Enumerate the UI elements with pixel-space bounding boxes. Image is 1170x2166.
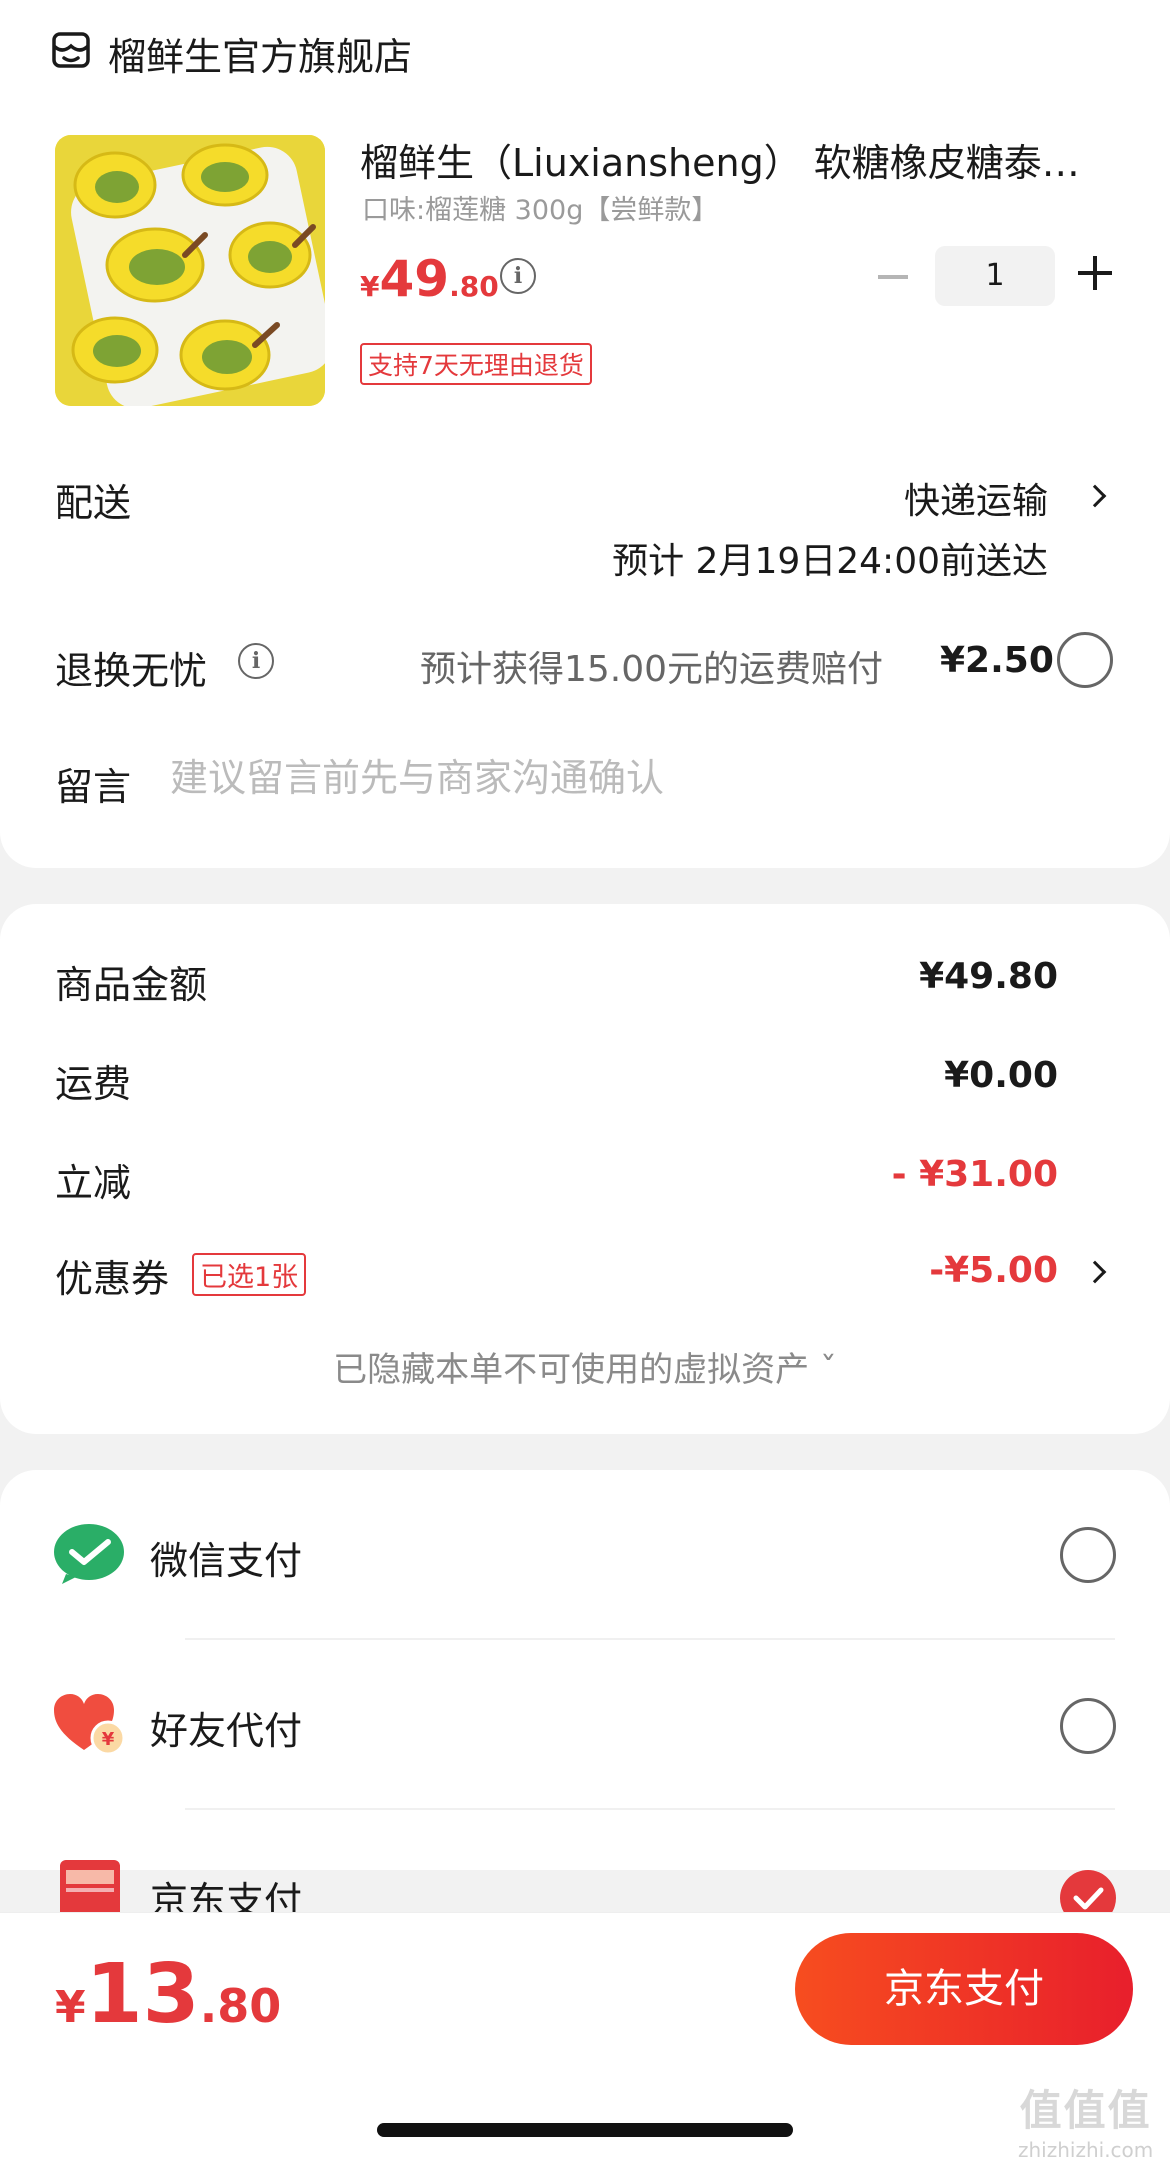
total-price: ¥13.80 bbox=[55, 1947, 281, 2042]
total-integer: 13 bbox=[85, 1947, 200, 2042]
delivery-eta: 预计 2月19日24:00前送达 bbox=[612, 541, 1048, 582]
delivery-method[interactable]: 快递运输 bbox=[904, 472, 1048, 524]
product-price: ¥49.80 bbox=[360, 250, 499, 308]
refund-label: 退换无忧 bbox=[55, 649, 208, 693]
refund-description: 预计获得15.00元的运费赔付 bbox=[420, 649, 884, 690]
quantity-plus-button[interactable] bbox=[1078, 256, 1112, 290]
discount-value: - ¥31.00 bbox=[891, 1154, 1058, 1195]
total-currency: ¥ bbox=[55, 1982, 86, 2033]
shipping-label: 运费 bbox=[55, 1062, 132, 1106]
friend-pay-radio[interactable] bbox=[1060, 1698, 1116, 1754]
coupon-value[interactable]: -¥5.00 bbox=[929, 1250, 1058, 1291]
product-title[interactable]: 榴鲜生（Liuxiansheng） 软糖橡皮糖泰… bbox=[360, 132, 1080, 187]
order-card: 榴鲜生官方旗舰店 榴鲜生（Liuxiansheng） 软糖橡皮糖泰… 口味:榴莲… bbox=[0, 0, 1170, 868]
info-icon[interactable]: i bbox=[500, 258, 536, 294]
product-image[interactable] bbox=[55, 135, 325, 406]
pay-button[interactable]: 京东支付 bbox=[795, 1933, 1133, 2045]
watermark-url: zhizhizhi.com bbox=[1018, 2138, 1154, 2162]
divider bbox=[185, 1638, 1115, 1640]
shop-name[interactable]: 榴鲜生官方旗舰店 bbox=[108, 26, 412, 81]
price-currency: ¥ bbox=[360, 270, 380, 303]
refund-radio[interactable] bbox=[1057, 632, 1113, 688]
friend-pay-heart-icon: ¥ bbox=[54, 1694, 126, 1756]
discount-label: 立减 bbox=[55, 1161, 132, 1205]
return-policy-tag: 支持7天无理由退货 bbox=[360, 343, 592, 385]
svg-text:¥: ¥ bbox=[102, 1729, 115, 1750]
checkout-bar: ¥13.80 京东支付 值值值 zhizhizhi.com bbox=[0, 1912, 1170, 2166]
product-spec[interactable]: 口味:榴莲糖 300g【尝鲜款】 bbox=[362, 188, 718, 227]
wechat-pay-icon bbox=[54, 1524, 124, 1584]
coupon-selected-tag[interactable]: 已选1张 bbox=[192, 1253, 307, 1296]
price-decimal: .80 bbox=[449, 270, 499, 303]
hidden-assets-toggle[interactable]: 已隐藏本单不可使用的虚拟资产 ˇ bbox=[0, 1342, 1170, 1391]
watermark-logo: 值值值 bbox=[1019, 2086, 1152, 2135]
goods-amount-label: 商品金额 bbox=[55, 963, 208, 1007]
delivery-label: 配送 bbox=[55, 481, 132, 525]
info-icon[interactable]: i bbox=[238, 643, 274, 679]
shipping-value: ¥0.00 bbox=[944, 1055, 1058, 1096]
wechat-pay-radio[interactable] bbox=[1060, 1527, 1116, 1583]
divider bbox=[185, 1808, 1115, 1810]
watermark: 值值值 zhizhizhi.com bbox=[1018, 2077, 1153, 2162]
shop-icon bbox=[52, 32, 90, 68]
message-label: 留言 bbox=[55, 765, 132, 809]
home-indicator[interactable] bbox=[377, 2123, 793, 2137]
wechat-pay-label[interactable]: 微信支付 bbox=[150, 1530, 302, 1585]
quantity-input[interactable]: 1 bbox=[935, 246, 1055, 306]
chevron-right-icon[interactable] bbox=[1083, 484, 1107, 508]
goods-amount-value: ¥49.80 bbox=[919, 956, 1058, 997]
price-integer: 49 bbox=[379, 250, 450, 308]
total-decimal: .80 bbox=[199, 1979, 282, 2033]
friend-pay-label[interactable]: 好友代付 bbox=[150, 1700, 302, 1755]
refund-fee: ¥2.50 bbox=[940, 640, 1054, 681]
message-input[interactable] bbox=[170, 748, 1070, 808]
coupon-label[interactable]: 优惠券 bbox=[55, 1248, 169, 1303]
quantity-minus-button[interactable] bbox=[878, 275, 908, 279]
